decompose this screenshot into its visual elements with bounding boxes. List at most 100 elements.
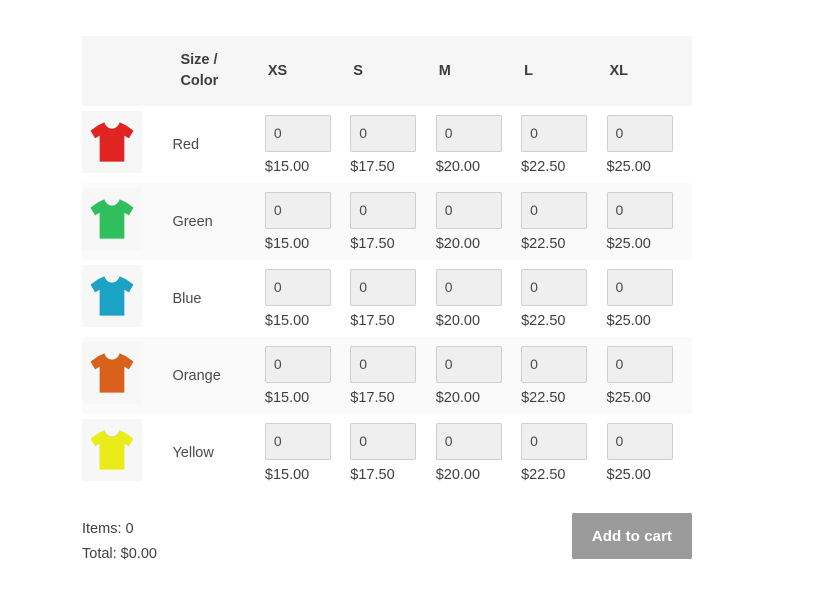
qty-price-stack: $25.00 [606, 191, 692, 252]
variation-thumbnail-cell [82, 337, 172, 414]
variation-cell: $20.00 [435, 106, 521, 183]
variation-cell: $15.00 [264, 183, 350, 260]
variation-cell: $15.00 [264, 414, 350, 491]
quantity-input[interactable] [264, 345, 331, 383]
variation-thumbnail-cell [82, 414, 172, 491]
table-row: Red $15.00 $17.50 $20.00 $22.50 $25.00 [82, 106, 692, 183]
quantity-input[interactable] [521, 345, 588, 383]
variation-price: $22.50 [521, 158, 566, 175]
variation-price: $22.50 [521, 389, 566, 406]
variation-color-label: Blue [172, 290, 202, 307]
qty-price-stack: $15.00 [264, 422, 350, 483]
qty-price-stack: $17.50 [350, 422, 435, 483]
qty-price-stack: $15.00 [264, 114, 350, 175]
variation-cell: $17.50 [350, 106, 435, 183]
quantity-input[interactable] [435, 345, 502, 383]
variation-price: $15.00 [264, 312, 310, 329]
variation-color-label: Yellow [172, 444, 214, 461]
quantity-input[interactable] [350, 268, 417, 306]
variation-thumbnail-cell [82, 183, 172, 260]
quantity-input[interactable] [606, 268, 673, 306]
quantity-input[interactable] [606, 191, 673, 229]
cart-totals: Items: 0 Total: $0.00 [82, 517, 157, 567]
variation-cell: $25.00 [606, 106, 692, 183]
tshirt-icon [82, 419, 142, 481]
variation-grid-table: Size / Color XS S M L XL Red 0 $15.00 0 … [82, 36, 692, 491]
header-row: Size / Color XS S M L XL [82, 36, 692, 106]
quantity-input[interactable] [521, 191, 588, 229]
quantity-input[interactable] [264, 268, 331, 306]
variation-grid-wrapper: Size / Color XS S M L XL Red 0 $15.00 0 … [82, 36, 692, 491]
variation-price: $22.50 [521, 466, 566, 483]
variation-cell: $15.00 [264, 337, 350, 414]
variation-thumbnail-cell [82, 106, 172, 183]
variation-cell: $20.00 [435, 337, 521, 414]
variation-cell: $25.00 [606, 414, 692, 491]
variation-cell: $22.50 [521, 337, 606, 414]
qty-price-stack: $20.00 [435, 191, 521, 252]
quantity-input[interactable] [521, 114, 588, 152]
variation-price: $15.00 [264, 235, 310, 252]
variation-price: $20.00 [435, 466, 481, 483]
variation-price: $20.00 [435, 235, 481, 252]
qty-price-stack: $25.00 [606, 268, 692, 329]
quantity-input[interactable] [350, 191, 417, 229]
header-size-s: S [353, 62, 363, 79]
variation-cell: $20.00 [435, 414, 521, 491]
quantity-input[interactable] [350, 422, 417, 460]
header-size-xl: XL [609, 62, 629, 79]
header-thumbnail-column [82, 36, 172, 106]
quantity-input[interactable] [264, 114, 331, 152]
variation-price: $25.00 [606, 312, 651, 329]
variation-cell: $17.50 [350, 414, 435, 491]
table-row: Green $15.00 $17.50 $20.00 $22.50 $25.00 [82, 183, 692, 260]
quantity-input[interactable] [350, 114, 417, 152]
quantity-input[interactable] [521, 422, 588, 460]
quantity-input[interactable] [606, 345, 673, 383]
header-size-l: L [524, 62, 533, 79]
quantity-input[interactable] [435, 114, 502, 152]
variation-cell: $25.00 [606, 183, 692, 260]
qty-price-stack: $15.00 [264, 345, 350, 406]
variation-price: $17.50 [350, 312, 395, 329]
variation-price: $25.00 [606, 466, 651, 483]
header-size-m: M [438, 62, 451, 79]
quantity-input[interactable] [435, 422, 502, 460]
variation-color-label: Red [172, 136, 200, 153]
quantity-input[interactable] [435, 191, 502, 229]
variation-cell: $17.50 [350, 183, 435, 260]
qty-price-stack: $25.00 [606, 422, 692, 483]
tshirt-icon [82, 188, 142, 250]
qty-price-stack: $22.50 [521, 345, 606, 406]
variation-thumbnail-cell [82, 260, 172, 337]
add-to-cart-button[interactable]: Add to cart [572, 513, 692, 559]
quantity-input[interactable] [435, 268, 502, 306]
quantity-input[interactable] [264, 422, 331, 460]
qty-price-stack: $22.50 [521, 422, 606, 483]
quantity-input[interactable] [264, 191, 331, 229]
variation-color-label: Green [172, 213, 213, 230]
qty-price-stack: $15.00 [264, 191, 350, 252]
table-row: Yellow $15.00 $17.50 $20.00 $22.50 $25.00 [82, 414, 692, 491]
qty-price-stack: $22.50 [521, 268, 606, 329]
variation-price: $15.00 [264, 389, 310, 406]
variation-price: $20.00 [435, 312, 481, 329]
grid-header: Size / Color XS S M L XL [82, 36, 692, 106]
variation-cell: $25.00 [606, 260, 692, 337]
quantity-input[interactable] [521, 268, 588, 306]
items-count: Items: 0 [82, 521, 134, 537]
variation-cell: $15.00 [264, 260, 350, 337]
quantity-input[interactable] [350, 345, 417, 383]
variation-price: $25.00 [606, 235, 651, 252]
qty-price-stack: $22.50 [521, 114, 606, 175]
quantity-input[interactable] [606, 422, 673, 460]
quantity-input[interactable] [606, 114, 673, 152]
qty-price-stack: $25.00 [606, 345, 692, 406]
variation-cell: $22.50 [521, 106, 606, 183]
table-row: Orange $15.00 $17.50 $20.00 $22.50 $25.00 [82, 337, 692, 414]
variation-cell: $25.00 [606, 337, 692, 414]
header-size-color-label: Size / Color [172, 36, 264, 106]
variation-price: $22.50 [521, 312, 566, 329]
variation-cell: $20.00 [435, 183, 521, 260]
cart-footer: Items: 0 Total: $0.00 Add to cart [82, 508, 692, 566]
